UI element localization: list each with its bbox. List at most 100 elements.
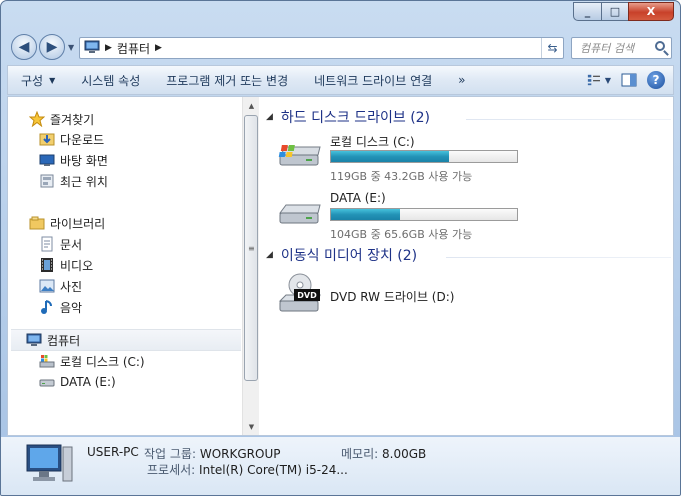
drive-e-name: DATA (E:)	[330, 191, 386, 205]
grip-icon: ≡	[248, 244, 255, 253]
drive-e-space: 104GB 중 65.6GB 사용 가능	[330, 228, 473, 241]
computer-large-icon	[26, 444, 73, 482]
breadcrumb-root-arrow-icon[interactable]: ▶	[105, 43, 112, 53]
back-button[interactable]: ◀	[11, 34, 37, 60]
command-bar: 구성 ▼ 시스템 속성 프로그램 제거 또는 변경 네트워크 드라이브 연결 » …	[7, 65, 674, 95]
help-button[interactable]: ?	[647, 71, 665, 89]
system-drive-icon	[278, 145, 321, 166]
refresh-icon: ⇆	[547, 41, 558, 55]
processor-value: Intel(R) Core(TM) i5-24...	[199, 463, 348, 477]
breadcrumb-computer[interactable]: 컴퓨터	[117, 40, 150, 57]
computer-icon	[25, 332, 42, 349]
nav-data-e[interactable]: DATA (E:)	[38, 372, 116, 392]
group-hard-disks[interactable]: ◢ 하드 디스크 드라이브 (2)	[266, 107, 671, 127]
group-hard-disks-label: 하드 디스크 드라이브 (2)	[280, 110, 431, 126]
chevron-down-icon: ▼	[49, 75, 56, 85]
nav-desktop-label: 바탕 화면	[60, 153, 108, 168]
drive-e-usage-bar	[330, 208, 518, 221]
nav-favorites[interactable]: 즐겨찾기	[28, 109, 94, 129]
computer-icon	[84, 40, 100, 57]
nav-desktop[interactable]: 바탕 화면	[38, 150, 108, 170]
forward-button[interactable]: ▶	[39, 34, 65, 60]
nav-libraries[interactable]: 라이브러리	[28, 213, 105, 233]
close-button[interactable]: X	[628, 2, 674, 21]
document-icon	[38, 236, 55, 253]
preview-pane-icon	[621, 73, 637, 87]
music-note-icon	[38, 299, 55, 316]
nav-music[interactable]: 음악	[38, 297, 82, 317]
breadcrumb-child-arrow-icon[interactable]: ▶	[155, 43, 162, 53]
processor-row: 프로세서: Intel(R) Core(TM) i5-24...	[147, 461, 348, 478]
group-removable-label: 이동식 미디어 장치 (2)	[280, 248, 418, 264]
change-view-button[interactable]: ▼	[587, 70, 611, 90]
group-divider	[466, 119, 671, 120]
navigation-scrollbar[interactable]: ▲ ≡ ▼	[242, 97, 259, 435]
nav-local-disk-c-label: 로컬 디스크 (C:)	[60, 354, 145, 369]
preview-pane-button[interactable]	[617, 70, 641, 90]
nav-data-e-label: DATA (E:)	[60, 375, 116, 389]
memory-value: 8.00GB	[382, 447, 427, 461]
nav-downloads-label: 다운로드	[60, 132, 105, 147]
video-icon	[38, 257, 55, 274]
nav-downloads[interactable]: 다운로드	[38, 129, 104, 149]
drive-d-name: DVD RW 드라이브 (D:)	[330, 290, 455, 304]
uninstall-program-button[interactable]: 프로그램 제거 또는 변경	[153, 68, 301, 92]
maximize-button[interactable]: □	[601, 2, 628, 21]
drive-list[interactable]: ◢ 하드 디스크 드라이브 (2) 로컬 디스크 (C:) 119GB 중 43…	[260, 97, 673, 435]
processor-label: 프로세서:	[147, 463, 196, 477]
memory-label: 메모리:	[341, 447, 379, 461]
nav-pictures-label: 사진	[60, 279, 83, 294]
system-properties-button[interactable]: 시스템 속성	[68, 68, 153, 92]
system-drive-icon	[38, 353, 55, 370]
scroll-down-icon[interactable]: ▼	[243, 418, 260, 435]
scrollbar-thumb[interactable]: ≡	[244, 115, 258, 381]
star-icon	[28, 111, 45, 128]
drive-e-usage-fill	[331, 209, 400, 220]
navigation-pane[interactable]: 즐겨찾기 다운로드 바탕 화면 최근 위치 라이브러리 문서 비디오 사진 음악…	[8, 97, 242, 435]
group-divider	[446, 257, 671, 258]
drive-icon	[38, 374, 55, 391]
organize-label: 구성	[21, 73, 44, 88]
nav-local-disk-c[interactable]: 로컬 디스크 (C:)	[38, 351, 145, 371]
nav-pictures[interactable]: 사진	[38, 276, 82, 296]
drive-c-space: 119GB 중 43.2GB 사용 가능	[330, 170, 473, 183]
map-network-drive-button[interactable]: 네트워크 드라이브 연결	[301, 68, 445, 92]
group-removable[interactable]: ◢ 이동식 미디어 장치 (2)	[266, 245, 671, 265]
dvd-logo-text: DVD	[297, 291, 317, 300]
nav-favorites-label: 즐겨찾기	[50, 112, 95, 127]
workgroup-value: WORKGROUP	[199, 447, 281, 461]
dvd-drive-icon: DVD	[278, 273, 321, 312]
minimize-button[interactable]: _	[573, 2, 601, 21]
nav-videos[interactable]: 비디오	[38, 255, 93, 275]
scroll-up-icon[interactable]: ▲	[243, 97, 260, 114]
drive-e[interactable]: DATA (E:) 104GB 중 65.6GB 사용 가능	[276, 191, 546, 241]
nav-computer[interactable]: 컴퓨터	[11, 329, 241, 351]
workgroup-row: 작업 그룹: WORKGROUP	[144, 445, 280, 462]
drive-c-usage-fill	[331, 151, 450, 162]
navigation-bar: ◀ ▶ ▼ ▶ 컴퓨터 ▶ ⇆	[1, 30, 680, 64]
search-input[interactable]	[580, 41, 654, 55]
organize-button[interactable]: 구성 ▼	[8, 68, 68, 92]
view-dropdown-icon: ▼	[604, 75, 611, 85]
history-dropdown-icon[interactable]: ▼	[68, 43, 74, 52]
refresh-button[interactable]: ⇆	[541, 38, 563, 58]
picture-icon	[38, 278, 55, 295]
computer-name: USER-PC	[87, 445, 139, 459]
more-commands-button[interactable]: »	[445, 68, 478, 92]
forward-arrow-icon: ▶	[46, 39, 58, 55]
back-arrow-icon: ◀	[18, 39, 30, 55]
content-area: 즐겨찾기 다운로드 바탕 화면 최근 위치 라이브러리 문서 비디오 사진 음악…	[7, 96, 674, 436]
drive-c-name: 로컬 디스크 (C:)	[330, 135, 415, 149]
drive-icon	[279, 204, 321, 224]
drive-c[interactable]: 로컬 디스크 (C:) 119GB 중 43.2GB 사용 가능	[276, 133, 546, 183]
search-icon[interactable]	[655, 41, 665, 51]
nav-recent-label: 최근 위치	[60, 174, 108, 189]
drive-d[interactable]: DVD DVD RW 드라이브 (D:)	[276, 273, 526, 321]
nav-recent[interactable]: 최근 위치	[38, 171, 108, 191]
address-bar[interactable]: ▶ 컴퓨터 ▶ ⇆	[79, 37, 564, 59]
downloads-folder-icon	[38, 131, 55, 148]
nav-documents[interactable]: 문서	[38, 234, 82, 254]
recent-places-icon	[38, 173, 55, 190]
search-box[interactable]	[571, 37, 672, 59]
nav-videos-label: 비디오	[60, 258, 94, 273]
